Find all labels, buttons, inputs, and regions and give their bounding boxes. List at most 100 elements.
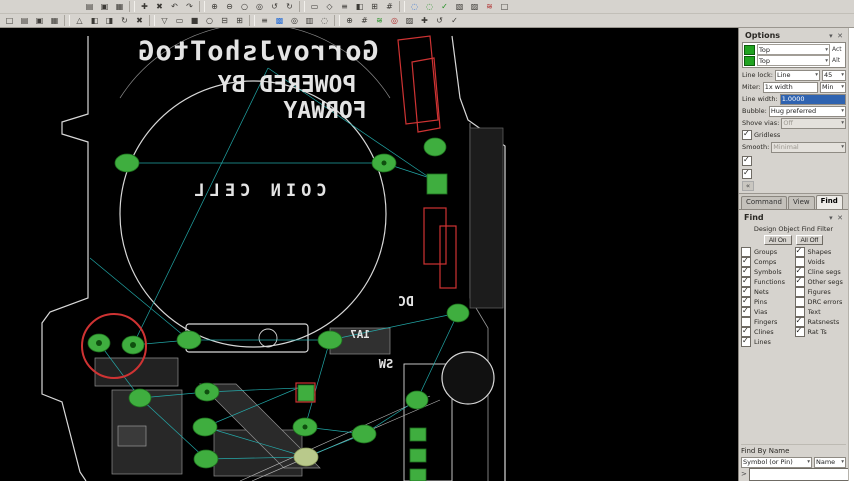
open-icon[interactable]: ▤: [17, 14, 32, 27]
zoom-previous-icon[interactable]: ↺: [267, 0, 282, 13]
pcb-canvas[interactable]: GorrovJshoTtoG POWERED BY FORWAY COIN CE…: [0, 28, 738, 481]
find-icon[interactable]: ◌: [317, 14, 332, 27]
mirror-icon[interactable]: ◨: [102, 14, 117, 27]
text-icon[interactable]: ▽: [157, 14, 172, 27]
active-layer-swatch[interactable]: [744, 44, 755, 55]
open-file-icon[interactable]: ▤: [82, 0, 97, 13]
checkbox-icon[interactable]: [794, 326, 805, 337]
option-checkbox-row[interactable]: [742, 168, 846, 179]
assign-icon[interactable]: ✚: [417, 14, 432, 27]
property-icon[interactable]: ▥: [302, 14, 317, 27]
zoom-out-icon[interactable]: ⊖: [222, 0, 237, 13]
find-filter-item[interactable]: Fingers: [741, 317, 793, 327]
checkbox-icon[interactable]: [794, 246, 805, 257]
delete-icon[interactable]: ✖: [152, 0, 167, 13]
new-icon[interactable]: □: [2, 14, 17, 27]
find-filter-item[interactable]: DRC errors: [794, 297, 847, 307]
layers-icon[interactable]: ≡: [337, 0, 352, 13]
miter-min-select[interactable]: Min ▾: [820, 81, 846, 93]
add-icon[interactable]: ✚: [137, 0, 152, 13]
measure-icon[interactable]: ⊟: [217, 14, 232, 27]
alternate-subclass-select[interactable]: Top ▾: [757, 55, 830, 66]
find-filter-item[interactable]: Ratsnests: [794, 316, 847, 327]
zoom-in-icon[interactable]: ⊕: [207, 0, 222, 13]
ripple-icon[interactable]: ≋: [482, 0, 497, 13]
save-drawing-icon[interactable]: ▣: [32, 14, 47, 27]
find-filter-item[interactable]: Voids: [794, 257, 847, 267]
find-filter-item[interactable]: Lines: [741, 336, 793, 347]
find-filter-item[interactable]: Rat Ts: [794, 326, 847, 337]
grid-toggle-icon[interactable]: #: [382, 0, 397, 13]
checkbox-icon[interactable]: [742, 168, 752, 179]
checkbox-icon[interactable]: [794, 287, 805, 297]
checkbox-icon[interactable]: [794, 276, 805, 287]
circle-icon[interactable]: ○: [202, 14, 217, 27]
pin-icon[interactable]: ▾: [829, 214, 833, 222]
hatch-alt-icon[interactable]: ▨: [467, 0, 482, 13]
close-icon[interactable]: ✕: [837, 214, 843, 222]
all-on-button[interactable]: All On: [763, 235, 792, 245]
highlight-icon[interactable]: ◌: [407, 0, 422, 13]
window-select-icon[interactable]: ▭: [307, 0, 322, 13]
bubble-select[interactable]: Hug preferred ▾: [768, 105, 846, 117]
active-subclass-select[interactable]: Top ▾: [757, 44, 830, 55]
find-filter-item[interactable]: Groups: [741, 247, 793, 257]
find-type-select[interactable]: Symbol (or Pin) ▾: [741, 456, 812, 468]
panel-tab[interactable]: Find: [815, 195, 843, 209]
find-mode-select[interactable]: Name ▾: [814, 456, 846, 468]
find-name-input[interactable]: [748, 467, 854, 481]
pin-icon[interactable]: ▾: [829, 32, 833, 40]
shape-icon[interactable]: ◇: [322, 0, 337, 13]
miter-value-select[interactable]: 1x width: [762, 81, 818, 93]
grid-icon[interactable]: ⊞: [367, 0, 382, 13]
line-lock-select[interactable]: Line ▾: [774, 69, 820, 81]
split-view-icon[interactable]: ◧: [352, 0, 367, 13]
find-filter-item[interactable]: Cline segs: [794, 266, 847, 277]
pointer-icon[interactable]: ✓: [447, 14, 462, 27]
via-icon[interactable]: ◎: [387, 14, 402, 27]
collapse-panel-button[interactable]: «: [742, 181, 754, 191]
all-off-button[interactable]: All Off: [795, 235, 824, 245]
panel-tab[interactable]: View: [787, 196, 815, 209]
ortho-icon[interactable]: #: [357, 14, 372, 27]
find-filter-item[interactable]: Pins: [741, 296, 793, 307]
line-width-field[interactable]: 1.0000: [779, 93, 846, 105]
gridless-checkbox[interactable]: [742, 129, 752, 140]
find-filter-item[interactable]: Comps: [741, 256, 793, 267]
check-icon[interactable]: ✓: [437, 0, 452, 13]
find-filter-item[interactable]: Functions: [741, 276, 793, 287]
layer-select-icon[interactable]: ≡: [257, 14, 272, 27]
dehighlight-icon[interactable]: ◌: [422, 0, 437, 13]
plot-icon[interactable]: ▦: [112, 0, 127, 13]
find-filter-item[interactable]: Shapes: [794, 246, 847, 257]
shove-select[interactable]: Off ▾: [781, 117, 846, 129]
find-filter-item[interactable]: Figures: [794, 287, 847, 297]
hatch-icon[interactable]: ▧: [452, 0, 467, 13]
redraw-icon[interactable]: ↻: [282, 0, 297, 13]
find-filter-item[interactable]: Other segs: [794, 276, 847, 287]
color-icon[interactable]: ▩: [272, 14, 287, 27]
void-icon[interactable]: ▨: [402, 14, 417, 27]
dimension-icon[interactable]: ⊞: [232, 14, 247, 27]
rotate-icon[interactable]: ↻: [117, 14, 132, 27]
rect-icon[interactable]: ■: [187, 14, 202, 27]
delete-element-icon[interactable]: ✖: [132, 14, 147, 27]
find-filter-item[interactable]: Symbols: [741, 266, 793, 277]
checkbox-icon[interactable]: [741, 306, 751, 317]
panel-tab[interactable]: Command: [741, 196, 787, 209]
redo-icon[interactable]: ↷: [182, 0, 197, 13]
option-checkbox-row[interactable]: [742, 155, 846, 166]
find-filter-item[interactable]: Text: [794, 307, 847, 317]
visibility-icon[interactable]: ◎: [287, 14, 302, 27]
zoom-center-icon[interactable]: ◎: [252, 0, 267, 13]
print-icon[interactable]: ▦: [47, 14, 62, 27]
line-angle-select[interactable]: 45 ▾: [822, 69, 846, 81]
copy-icon[interactable]: ◧: [87, 14, 102, 27]
close-icon[interactable]: ✕: [837, 32, 843, 40]
checkbox-icon[interactable]: [741, 336, 751, 347]
zoom-world-icon[interactable]: ○: [237, 0, 252, 13]
find-filter-item[interactable]: Vias: [741, 306, 793, 317]
blank-icon[interactable]: □: [497, 0, 512, 13]
smooth-select[interactable]: Minimal ▾: [771, 141, 846, 153]
route-icon[interactable]: ≋: [372, 14, 387, 27]
